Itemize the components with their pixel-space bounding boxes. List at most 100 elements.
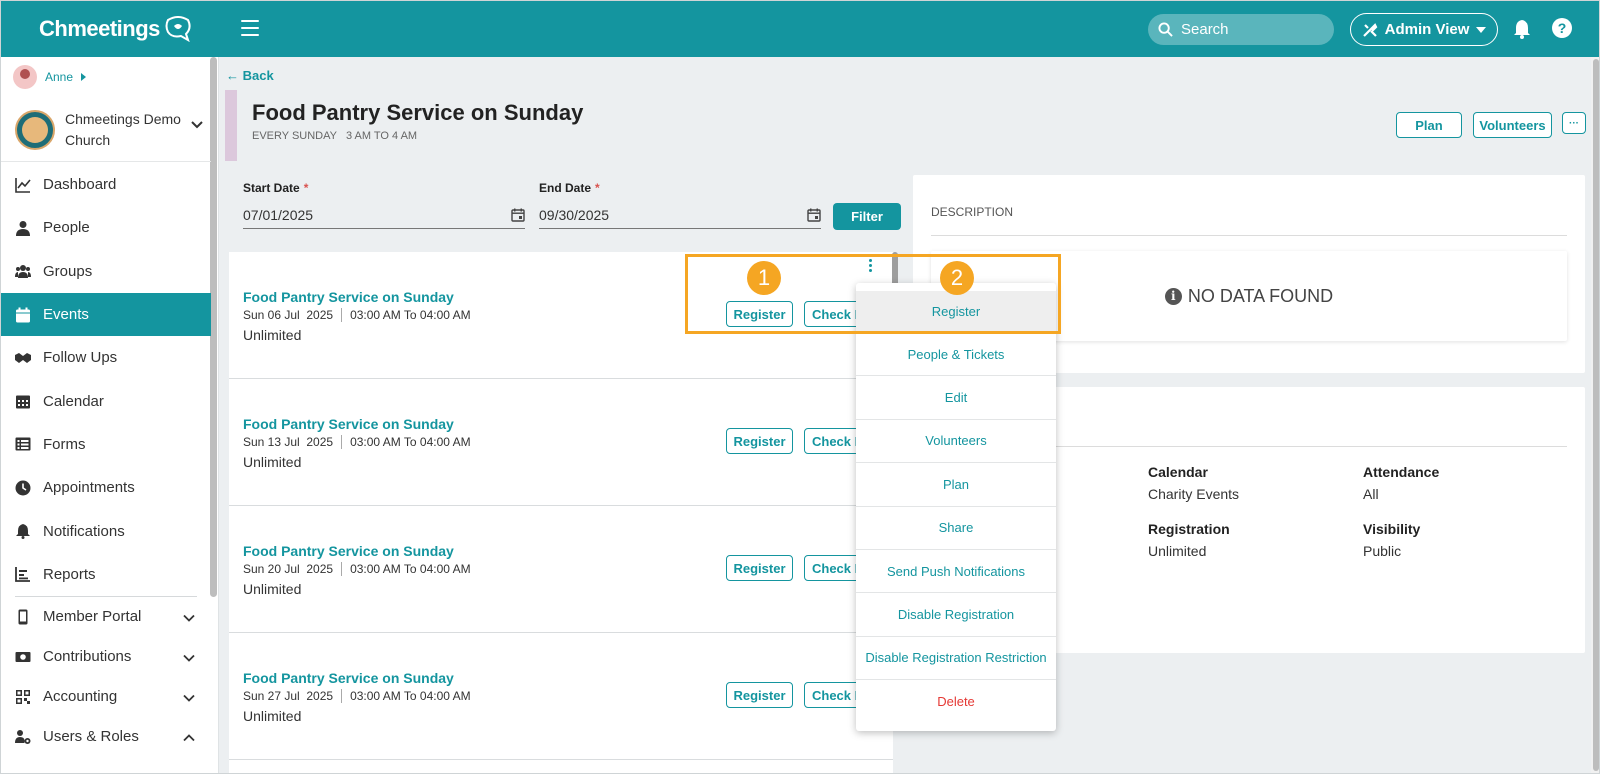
volunteers-button[interactable]: Volunteers [1473,112,1552,138]
back-link[interactable]: ← Back [226,68,274,83]
sidebar-item-label: Reports [43,565,96,583]
sidebar-item-label: Notifications [43,522,125,540]
end-date-label: End Date * [539,181,600,195]
chevron-down-icon [191,121,203,129]
person-icon [16,220,30,236]
sidebar-item-forms[interactable]: Forms [1,423,211,466]
occurrence-title[interactable]: Food Pantry Service on Sunday [243,416,454,432]
chevron-down-icon [183,614,195,622]
sidebar-nav: Dashboard People Groups Events Follow Up… [1,163,211,757]
sidebar-item-groups[interactable]: Groups [1,250,211,293]
attendance-field-label: Attendance [1363,464,1440,480]
list-item: Food Pantry Service on Sunday Sun 13 Jul… [229,379,893,506]
sidebar-item-label: Member Portal [43,608,142,626]
chart-line-icon [15,177,31,193]
page-title: Food Pantry Service on Sunday [252,100,584,125]
menu-item-disable-registration[interactable]: Disable Registration [856,593,1056,637]
calendar-picker-icon[interactable] [511,208,525,222]
sidebar-item-calendar[interactable]: Calendar [1,379,211,422]
registration-field-label: Registration [1148,521,1230,537]
sidebar-scrollbar[interactable] [210,57,217,597]
page-subtitle: EVERY SUNDAY 3 AM TO 4 AM [252,130,418,142]
sidebar-item-accounting[interactable]: Accounting [1,677,211,717]
user-name: Anne [45,70,74,84]
sidebar-item-dashboard[interactable]: Dashboard [1,163,211,206]
occurrence-datetime: Sun 13 Jul 2025 03:00 AM To 04:00 AM [243,435,471,449]
menu-item-delete[interactable]: Delete [856,680,1056,723]
sidebar-item-label: Forms [43,435,86,453]
attendance-field-value: All [1363,486,1379,502]
menu-item-volunteers[interactable]: Volunteers [856,420,1056,464]
more-actions-button[interactable]: ··· [1562,112,1586,134]
menu-item-send-push-notifications[interactable]: Send Push Notifications [856,550,1056,594]
sidebar-item-follow-ups[interactable]: Follow Ups [1,336,211,379]
sidebar-item-label: Calendar [43,392,104,410]
users-cog-icon [15,729,31,744]
occurrence-title[interactable]: Food Pantry Service on Sunday [243,543,454,559]
sidebar-item-appointments[interactable]: Appointments [1,466,211,509]
menu-item-people-tickets[interactable]: People & Tickets [856,333,1056,377]
church-selector[interactable]: Chmeetings Demo Church [15,109,205,151]
church-logo-icon [15,110,55,150]
page-scrollbar[interactable] [1591,57,1599,773]
sidebar-item-contributions[interactable]: Contributions [1,637,211,677]
highlight-box [685,254,1061,334]
calendar-grid-icon [16,395,30,409]
logo-bubble-icon [165,16,191,42]
notifications-bell-icon[interactable] [1513,19,1531,39]
admin-view-label: Admin View [1384,21,1470,38]
callout-badge-1: 1 [747,261,781,295]
occurrence-title[interactable]: Food Pantry Service on Sunday [243,289,454,305]
user-menu[interactable]: Anne [13,65,87,89]
register-button[interactable]: Register [726,682,793,708]
list-item: Food Pantry Service on Sunday Sun 27 Jul… [229,633,893,760]
handshake-icon [15,352,31,363]
money-icon [15,651,31,662]
register-button[interactable]: Register [726,428,793,454]
tools-icon [1362,22,1377,37]
admin-view-button[interactable]: Admin View [1350,13,1498,46]
calendar-field-label: Calendar [1148,464,1208,480]
sidebar-item-events[interactable]: Events [1,292,211,337]
start-date-label: Start Date * [243,181,309,195]
filter-button[interactable]: Filter [833,203,901,230]
menu-item-share[interactable]: Share [856,507,1056,550]
bell-icon [16,524,30,540]
list-icon [15,437,31,451]
clock-icon [15,480,31,496]
divider [931,235,1567,236]
register-button[interactable]: Register [726,555,793,581]
app-window: Chmeetings Admin View ? Anne [0,0,1600,774]
menu-item-plan[interactable]: Plan [856,463,1056,507]
help-icon[interactable]: ? [1552,18,1572,38]
sidebar-item-reports[interactable]: Reports [1,553,211,596]
search-box[interactable] [1148,14,1334,45]
menu-item-edit[interactable]: Edit [856,376,1056,420]
visibility-field-value: Public [1363,543,1402,559]
calendar-icon [16,307,30,323]
occurrence-capacity: Unlimited [243,327,302,343]
sidebar-item-member-portal[interactable]: Member Portal [1,597,211,637]
event-color-bar [225,90,237,161]
caret-down-icon [1476,26,1487,33]
occurrence-capacity: Unlimited [243,454,302,470]
search-input[interactable] [1181,21,1321,38]
occurrence-title[interactable]: Food Pantry Service on Sunday [243,670,454,686]
menu-item-disable-registration-restriction[interactable]: Disable Registration Restriction [856,637,1056,681]
start-date-field[interactable]: 07/01/2025 [243,201,525,229]
menu-toggle-icon[interactable] [241,20,259,36]
plan-button[interactable]: Plan [1396,112,1462,138]
calendar-picker-icon[interactable] [807,208,821,222]
sidebar-item-label: Dashboard [43,176,117,194]
sidebar-item-label: Contributions [43,648,132,666]
sidebar-item-notifications[interactable]: Notifications [1,509,211,552]
users-icon [15,265,31,279]
sidebar-item-label: Groups [43,262,93,280]
list-item: Food Pantry Service on Sunday Sun 20 Jul… [229,506,893,633]
end-date-field[interactable]: 09/30/2025 [539,201,821,229]
app-logo[interactable]: Chmeetings [39,16,192,42]
search-icon [1158,22,1173,37]
sidebar-item-users-roles[interactable]: Users & Roles [1,717,211,757]
app-name: Chmeetings [39,16,160,41]
sidebar-item-people[interactable]: People [1,206,211,249]
